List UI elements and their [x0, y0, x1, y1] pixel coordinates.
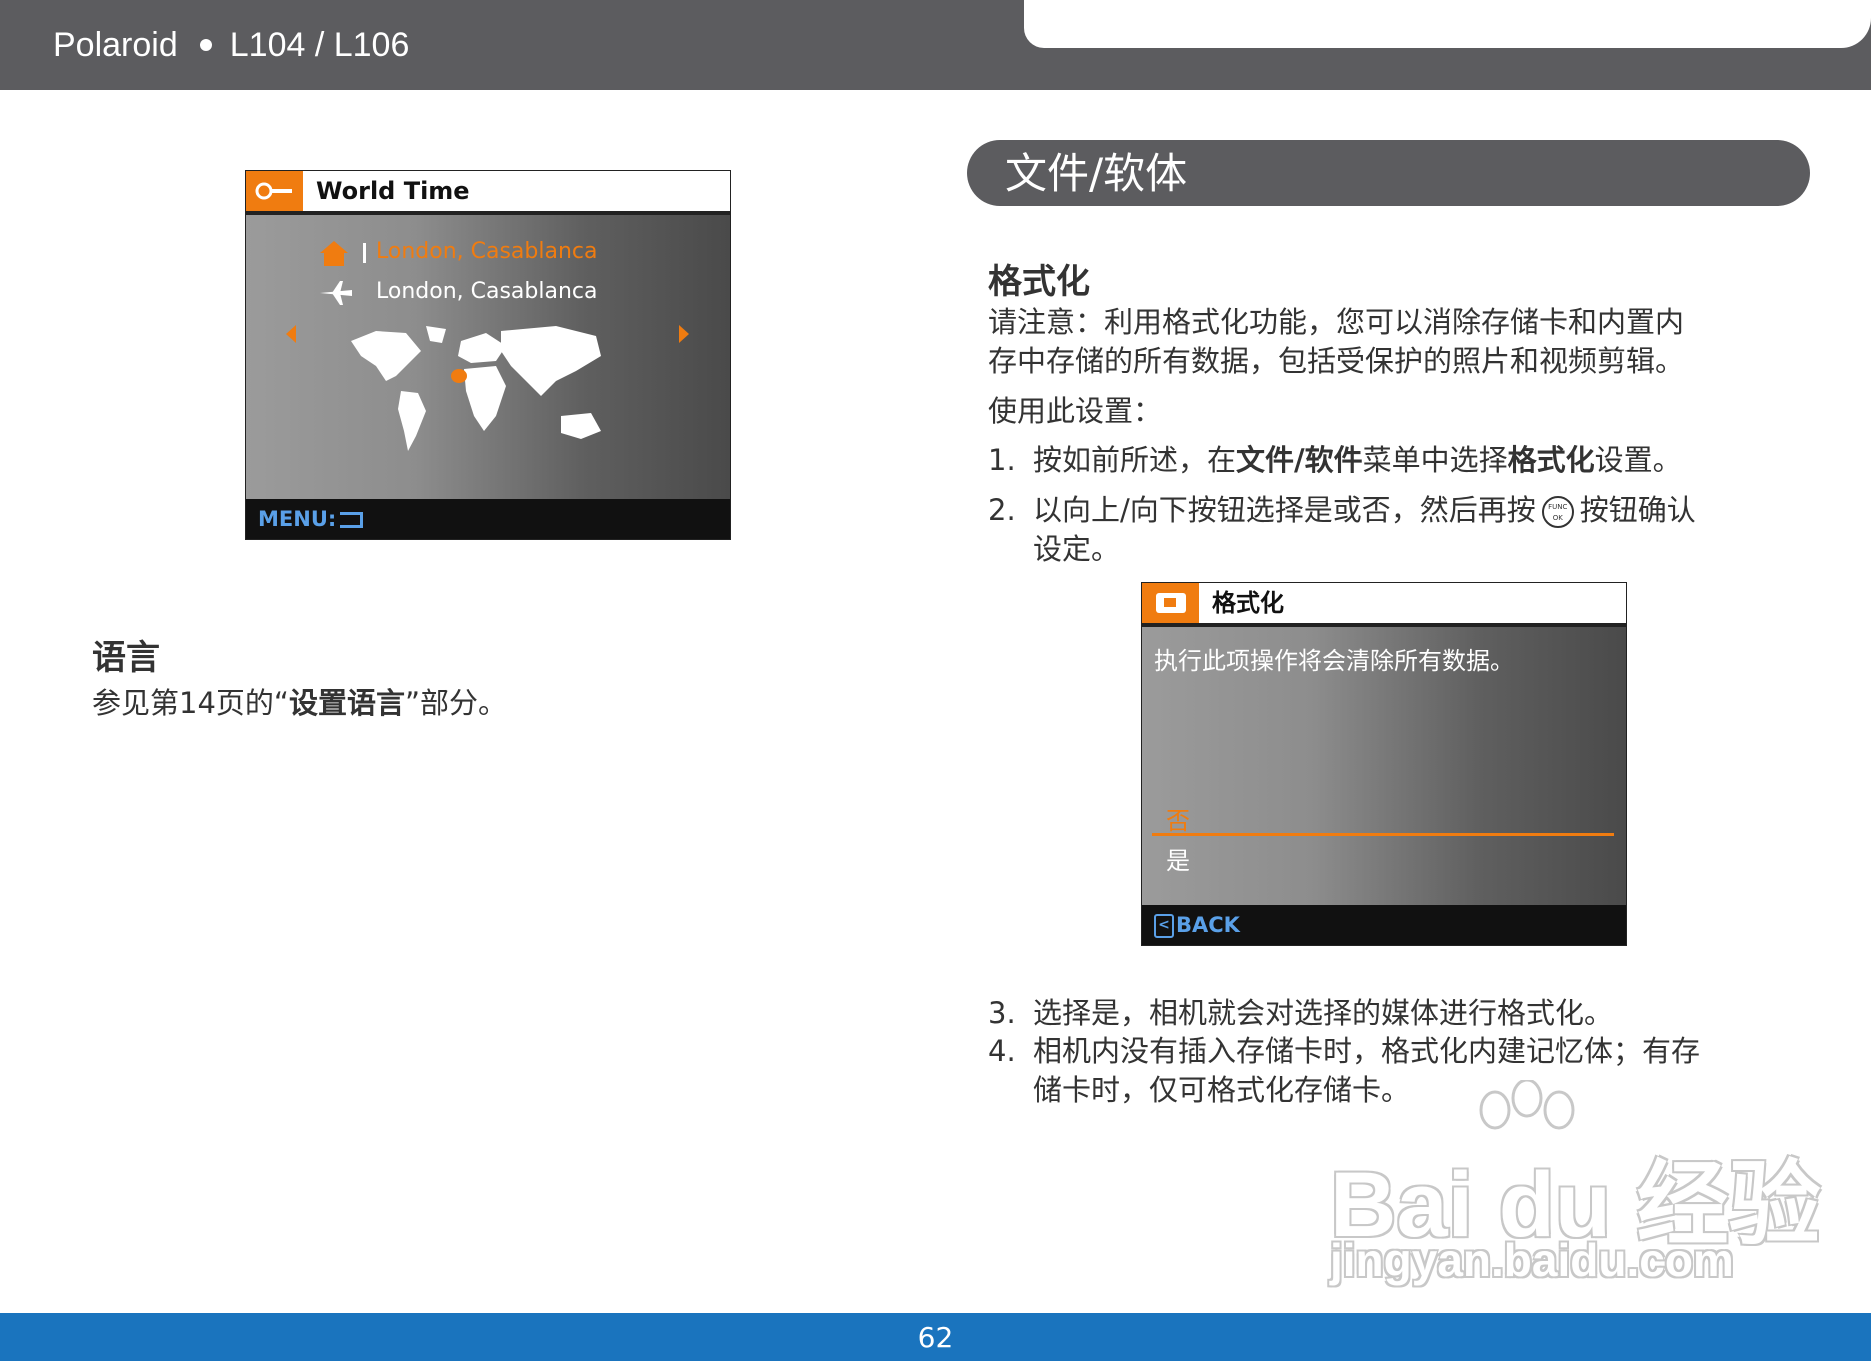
step-4: 4. 相机内没有插入存储卡时，格式化内建记忆体；有存 — [988, 1032, 1700, 1071]
format-screen: 格式化 执行此项操作将会清除所有数据。 否 是 < BACK — [1141, 582, 1627, 946]
step-text: 选择是，相机就会对选择的媒体进行格式化。 — [1033, 996, 1614, 1030]
step-2: 2. 以向上/向下按钮选择是或否，然后再按 FUNC OK 按钮确认 — [988, 491, 1696, 530]
model-name: L104 / L106 — [229, 26, 410, 64]
step-text: 以向上/向下按钮选择是或否，然后再按 — [1033, 493, 1536, 527]
back-hint[interactable]: < BACK — [1154, 905, 1240, 945]
screen-title-bar: World Time — [246, 171, 730, 215]
travel-city: London, Casablanca — [376, 279, 598, 304]
language-text-after: ”部分。 — [404, 686, 507, 720]
func-ok-icon-top: FUNC — [1548, 503, 1568, 511]
airplane-icon — [320, 281, 352, 305]
step-3: 3. 选择是，相机就会对选择的媒体进行格式化。 — [988, 994, 1613, 1033]
home-city: London, Casablanca — [376, 239, 598, 264]
step-number: 2. — [988, 493, 1016, 527]
prev-city-arrow[interactable] — [286, 325, 296, 343]
step-text: 设置。 — [1594, 443, 1682, 477]
step-4-line2: 储卡时，仅可格式化存储卡。 — [1033, 1073, 1411, 1107]
menu-hint-label: MENU: — [258, 507, 337, 531]
format-heading: 格式化 — [988, 262, 1090, 302]
func-ok-icon-bottom: OK — [1552, 514, 1563, 522]
return-icon — [340, 512, 364, 528]
screen-title-bar: 格式化 — [1142, 583, 1626, 627]
step-bold-text: 文件/软件 — [1236, 443, 1363, 477]
selection-underline — [1152, 833, 1614, 836]
bullet-icon — [199, 39, 212, 52]
next-city-arrow[interactable] — [679, 325, 689, 343]
brand-name: Polaroid — [53, 26, 178, 64]
format-intro-line2: 存中存储的所有数据，包括受保护的照片和视频剪辑。 — [988, 344, 1685, 378]
screen-footer-bar: MENU: — [246, 499, 730, 539]
page-number: 62 — [917, 1321, 954, 1354]
step-bold-text: 格式化 — [1507, 443, 1595, 477]
format-screen-title: 格式化 — [1212, 589, 1284, 617]
language-heading: 语言 — [92, 638, 160, 678]
world-time-screen: World Time London, Casablanca London, Ca… — [245, 170, 731, 540]
usage-label: 使用此设置： — [988, 394, 1163, 428]
file-tab — [1142, 583, 1199, 623]
world-map — [351, 326, 601, 451]
step-text: 相机内没有插入存储卡时，格式化内建记忆体；有存 — [1033, 1034, 1701, 1068]
back-label: BACK — [1176, 913, 1240, 937]
step-2-line2: 设定。 — [1033, 532, 1121, 566]
header-tab-cutout — [1024, 0, 1871, 48]
baidu-watermark-url: jingyan.baidu.com — [1330, 1234, 1734, 1286]
section-title: 文件/软体 — [1005, 149, 1188, 198]
back-icon: < — [1154, 914, 1174, 938]
format-intro-line1: 请注意：利用格式化功能，您可以消除存储卡和内置内 — [988, 305, 1685, 339]
language-link-text: 设置语言 — [288, 686, 405, 720]
step-text: 菜单中选择 — [1362, 443, 1508, 477]
memory-card-icon — [1156, 593, 1186, 613]
home-icon — [320, 241, 348, 266]
header-title: Polaroid L104 / L106 — [53, 20, 409, 70]
step-text: 按钮确认 — [1579, 493, 1696, 527]
settings-tab — [246, 171, 303, 211]
option-yes[interactable]: 是 — [1166, 841, 1190, 876]
world-time-title: World Time — [316, 177, 470, 205]
func-ok-button-icon: FUNC OK — [1541, 496, 1574, 528]
option-no[interactable]: 否 — [1166, 801, 1190, 836]
screen-footer-bar: < BACK — [1142, 905, 1626, 945]
wrench-icon — [255, 182, 292, 200]
step-number: 4. — [988, 1034, 1016, 1068]
language-text-before: 参见第14页的“ — [92, 686, 289, 720]
menu-hint: MENU: — [258, 499, 364, 539]
language-text: 参见第14页的“设置语言”部分。 — [92, 684, 507, 723]
format-warning-message: 执行此项操作将会清除所有数据。 — [1154, 647, 1514, 675]
home-city-cursor — [363, 243, 366, 263]
step-text: 按如前所述，在 — [1033, 443, 1237, 477]
step-number: 3. — [988, 996, 1016, 1030]
step-1: 1. 按如前所述，在文件/软件菜单中选择格式化设置。 — [988, 441, 1682, 480]
step-number: 1. — [988, 443, 1016, 477]
